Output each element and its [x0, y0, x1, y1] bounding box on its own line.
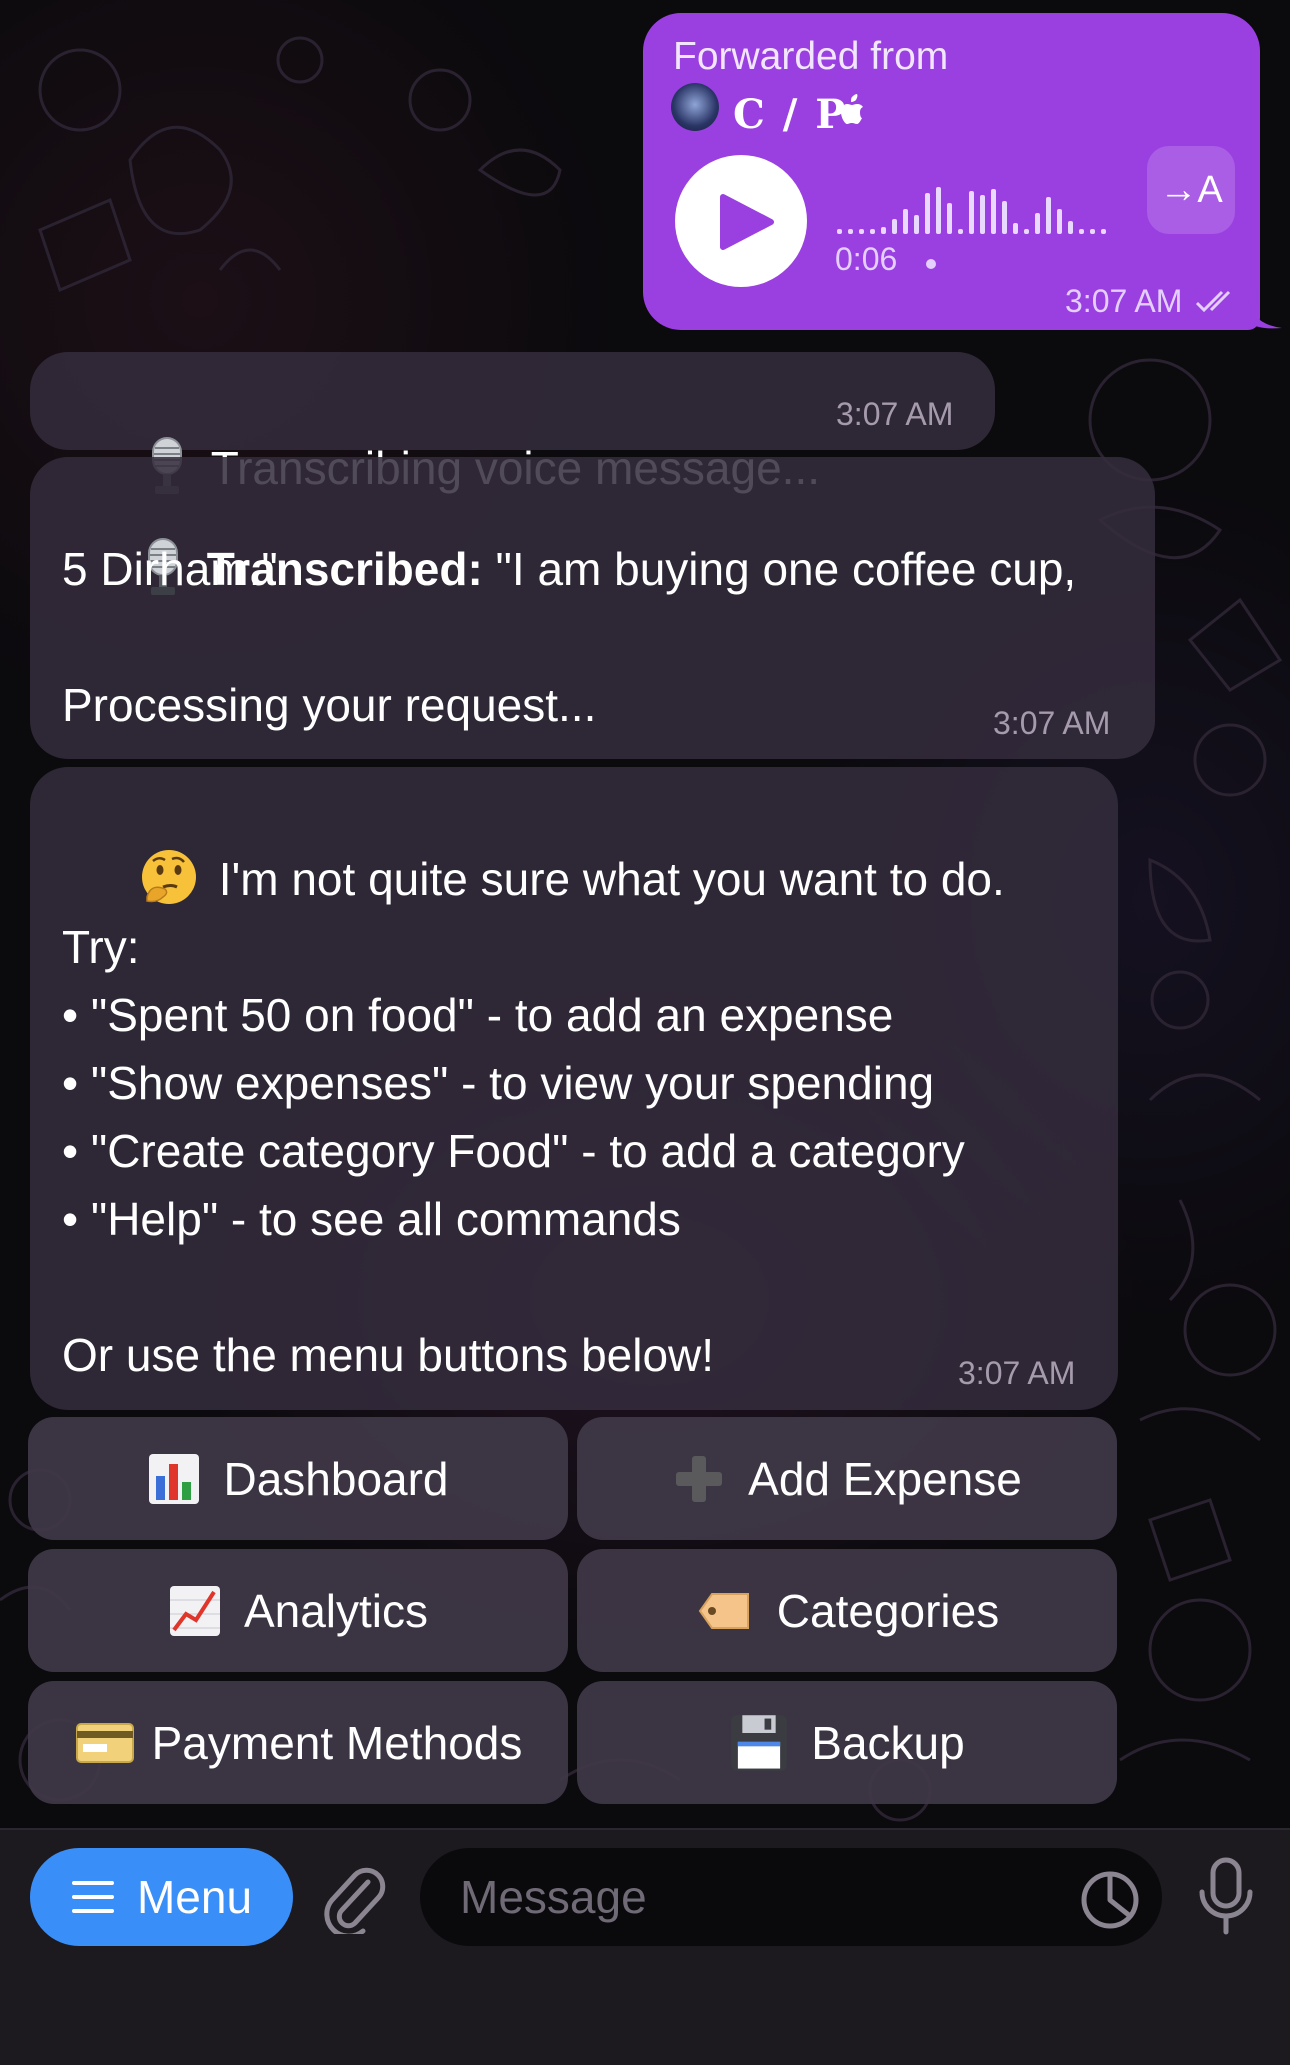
add-expense-label: Add Expense [748, 1452, 1022, 1505]
payment-methods-label: Payment Methods [151, 1716, 523, 1769]
message-time: 3:07 AM [1065, 283, 1183, 319]
payment-methods-button[interactable]: Payment Methods [28, 1681, 568, 1804]
tag-icon [698, 1592, 749, 1629]
sticker-icon[interactable] [1080, 1870, 1140, 1930]
help-tip: • "Create category Food" - to add a cate… [62, 1125, 965, 1177]
categories-label: Categories [776, 1584, 1000, 1637]
forwarded-sender-name[interactable]: C / P [733, 91, 847, 138]
categories-button[interactable]: Categories [577, 1549, 1117, 1672]
help-tip: • "Show expenses" - to view your spendin… [62, 1057, 935, 1109]
voice-duration: 0:06 [835, 241, 898, 277]
menu-label: Menu [136, 1871, 253, 1923]
message-time: 3:07 AM [993, 705, 1111, 741]
help-tip: • "Help" - to see all commands [62, 1193, 681, 1245]
plus-icon [676, 1455, 723, 1502]
dashboard-label: Dashboard [223, 1452, 449, 1505]
backup-label: Backup [811, 1716, 965, 1769]
help-tip: • "Spent 50 on food" - to add an expense [62, 989, 894, 1041]
read-checkmarks-icon [1195, 290, 1231, 313]
analytics-label: Analytics [243, 1584, 429, 1637]
translate-button[interactable]: →A [1147, 146, 1235, 234]
analytics-button[interactable]: Analytics [28, 1549, 568, 1672]
paperclip-icon[interactable] [322, 1860, 386, 1934]
message-time: 3:07 AM [958, 1355, 1076, 1391]
bot-message-transcribed[interactable]: Transcribed: "I am buying one coffee cup… [30, 457, 1155, 759]
forwarded-label: Forwarded from [673, 35, 949, 78]
message-input[interactable] [420, 1848, 1162, 1946]
trend-chart-icon [169, 1585, 220, 1636]
credit-card-icon [75, 1722, 134, 1763]
bot-message-help[interactable]: I'm not quite sure what you want to do. … [30, 767, 1118, 1410]
processing-text: Processing your request... [62, 679, 597, 731]
dashboard-button[interactable]: Dashboard [28, 1417, 568, 1540]
bar-chart-icon [149, 1453, 200, 1504]
play-icon [720, 194, 774, 250]
bubble-tail [1248, 300, 1282, 329]
play-button[interactable] [675, 155, 807, 287]
help-try: Try: [62, 921, 140, 973]
bot-message-transcribing[interactable]: Transcribing voice message... 3:07 AM [30, 352, 995, 494]
help-line1: I'm not quite sure what you want to do. [218, 853, 1005, 905]
transcribed-quote-line2: 5 Dirham." [62, 543, 278, 595]
unplayed-dot [926, 259, 936, 269]
voice-waveform[interactable] [835, 173, 1115, 235]
backup-button[interactable]: Backup [577, 1681, 1117, 1804]
message-composer: Menu [0, 1828, 1290, 2065]
hamburger-icon [71, 1881, 114, 1913]
apple-logo-icon [841, 94, 863, 124]
outgoing-voice-message[interactable]: Forwarded from C / P 0:06 →A 3:07 AM [643, 13, 1260, 330]
help-footer: Or use the menu buttons below! [62, 1329, 715, 1381]
chat-background: Forwarded from C / P 0:06 →A 3:07 AM 3:0… [0, 0, 1290, 1828]
floppy-disk-icon [731, 1714, 788, 1771]
thinking-face-emoji-icon [141, 850, 196, 904]
transcribed-quote: "I am buying one coffee cup, [482, 543, 1077, 595]
microphone-icon[interactable] [1194, 1856, 1258, 1940]
add-expense-button[interactable]: Add Expense [577, 1417, 1117, 1540]
message-time: 3:07 AM [836, 396, 954, 432]
menu-button[interactable]: Menu [30, 1848, 293, 1946]
forwarded-avatar[interactable] [671, 83, 719, 131]
